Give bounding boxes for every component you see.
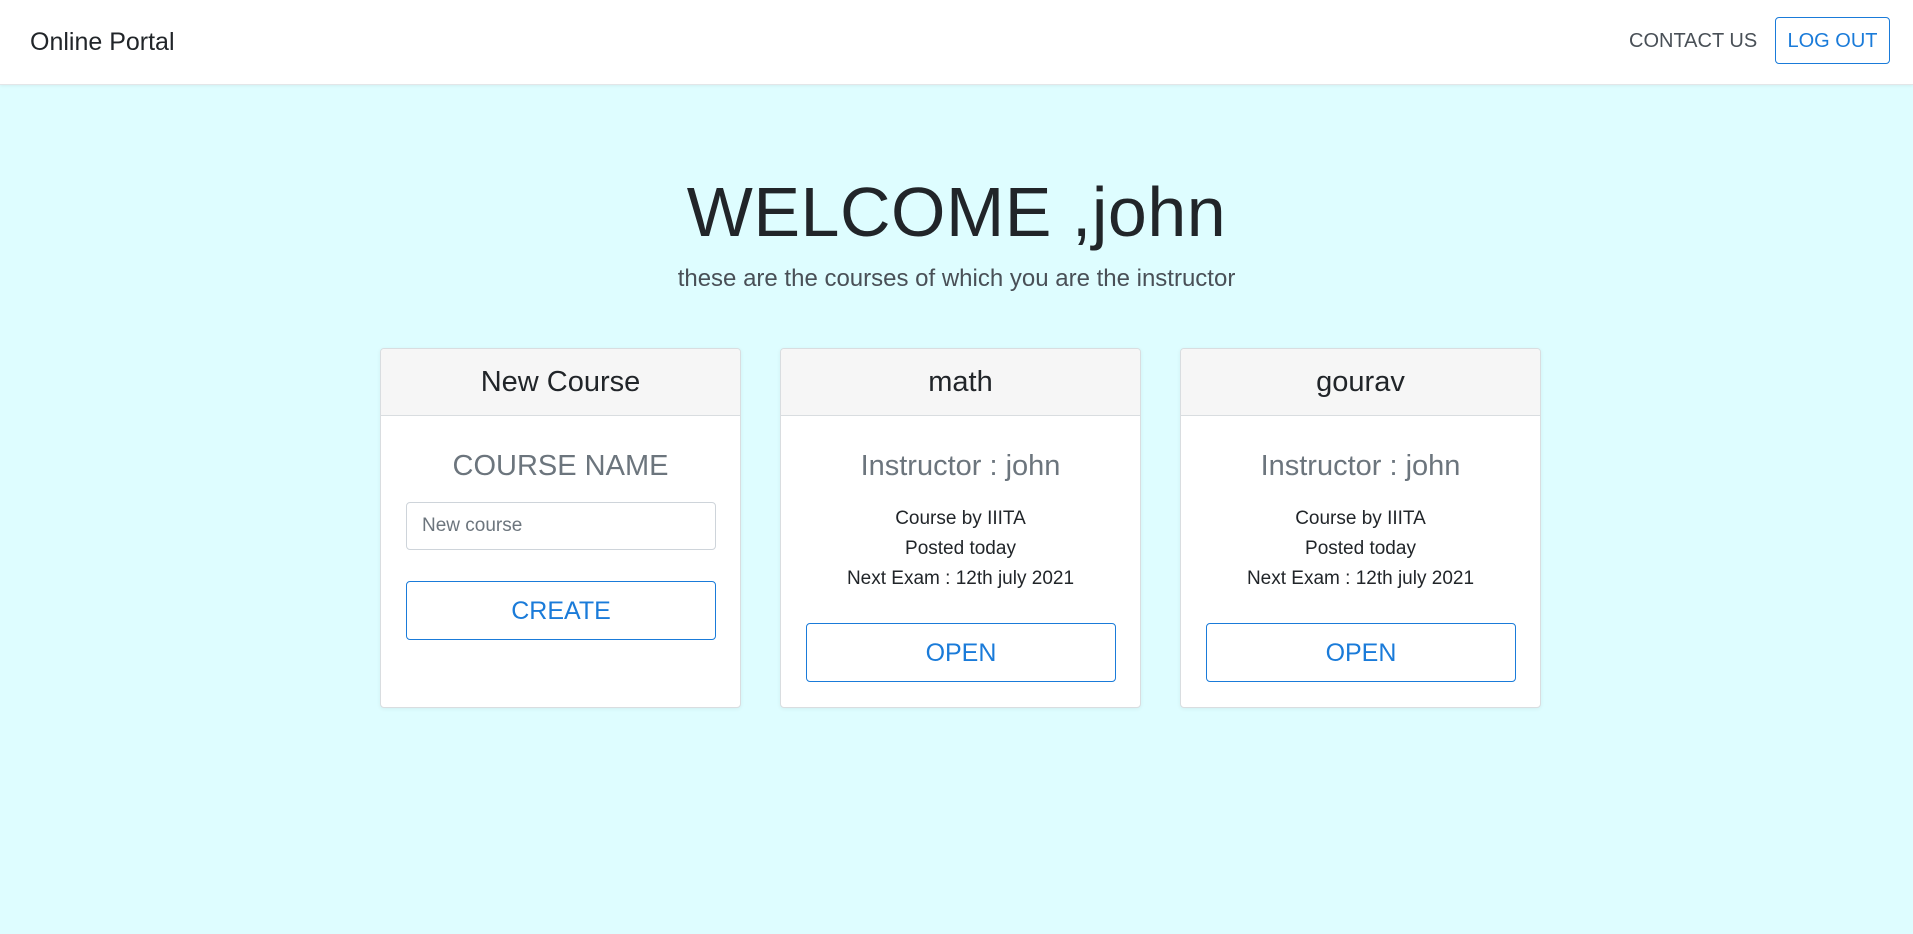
course-posted: Posted today <box>1305 538 1416 559</box>
course-name-label: COURSE NAME <box>452 450 669 482</box>
open-course-button[interactable]: OPEN <box>1206 623 1516 682</box>
course-instructor: Instructor : john <box>860 450 1061 482</box>
course-posted: Posted today <box>905 538 1016 559</box>
contact-us-link[interactable]: CONTACT US <box>1629 30 1757 53</box>
course-name-input[interactable] <box>406 502 716 550</box>
new-course-card: New Course COURSE NAME CREATE <box>380 348 741 708</box>
course-card: math Instructor : john Course by IIITA P… <box>780 348 1141 708</box>
create-course-button[interactable]: CREATE <box>406 581 716 640</box>
open-course-button[interactable]: OPEN <box>806 623 1116 682</box>
welcome-heading: WELCOME ,john <box>686 173 1227 251</box>
course-card: gourav Instructor : john Course by IIITA… <box>1180 348 1541 708</box>
brand-title[interactable]: Online Portal <box>30 28 175 57</box>
course-provider: Course by IIITA <box>1295 508 1426 529</box>
card-header: New Course <box>381 349 740 416</box>
navbar: Online Portal CONTACT US LOG OUT <box>0 0 1913 85</box>
welcome-subtitle: these are the courses of which you are t… <box>677 265 1236 292</box>
course-title: gourav <box>1181 349 1540 416</box>
course-next-exam: Next Exam : 12th july 2021 <box>846 568 1075 589</box>
course-next-exam: Next Exam : 12th july 2021 <box>1246 568 1475 589</box>
course-title: math <box>781 349 1140 416</box>
course-provider: Course by IIITA <box>895 508 1026 529</box>
course-instructor: Instructor : john <box>1260 450 1461 482</box>
logout-button[interactable]: LOG OUT <box>1775 17 1890 64</box>
